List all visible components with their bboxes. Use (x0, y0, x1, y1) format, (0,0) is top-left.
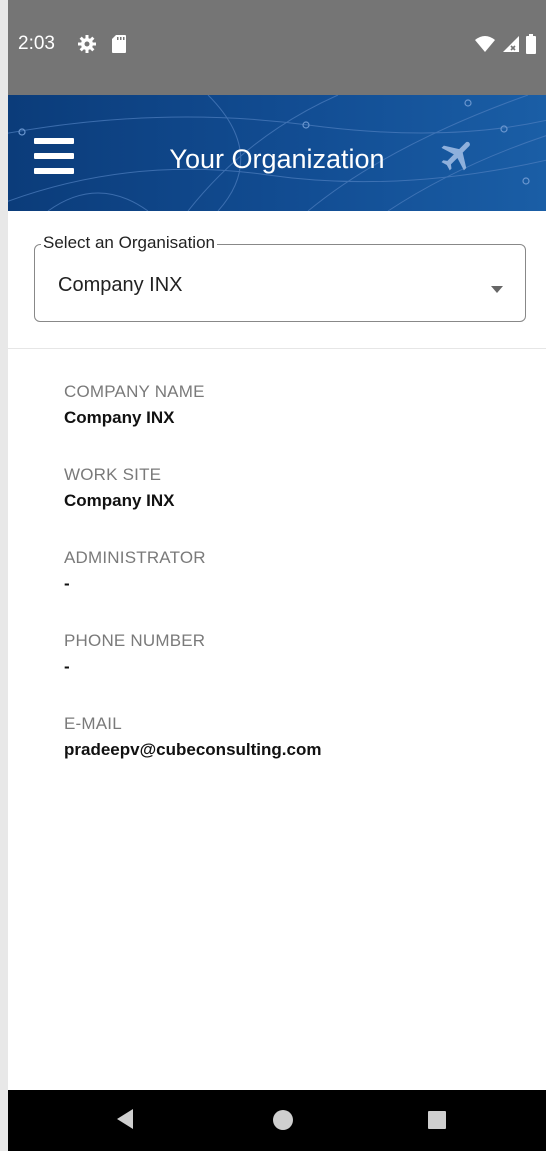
organization-details: COMPANY NAME Company INX WORK SITE Compa… (64, 382, 524, 797)
field-label: COMPANY NAME (64, 382, 205, 401)
field-value: - (64, 657, 70, 676)
status-left-icons (77, 34, 127, 54)
field-value: pradeepv@cubeconsulting.com (64, 740, 322, 759)
organisation-select-value: Company INX (58, 274, 183, 296)
back-icon[interactable] (115, 1108, 135, 1135)
field-label: PHONE NUMBER (64, 631, 206, 650)
battery-icon (526, 33, 536, 54)
field-label: ADMINISTRATOR (64, 548, 206, 567)
wifi-icon (474, 35, 496, 53)
status-time: 2:03 (18, 32, 55, 54)
gear-icon (77, 34, 97, 54)
field-value: - (64, 574, 70, 593)
organisation-select-label: Select an Organisation (41, 233, 217, 253)
status-bar: 2:03 (8, 0, 546, 95)
app-bar: Your Organization (8, 95, 546, 211)
field-label: E-MAIL (64, 714, 122, 733)
administrator-field: ADMINISTRATOR - (64, 548, 524, 631)
organisation-select[interactable]: Select an Organisation Company INX (34, 233, 526, 322)
airplane-icon (438, 135, 478, 180)
app-screen: 2:03 Your Organization Select an Organis… (0, 0, 546, 1151)
sd-card-icon (111, 34, 127, 54)
navigation-bar (8, 1090, 546, 1151)
field-value: Company INX (64, 408, 175, 427)
home-icon[interactable] (272, 1109, 294, 1136)
work-site-field: WORK SITE Company INX (64, 465, 524, 548)
company-name-field: COMPANY NAME Company INX (64, 382, 524, 465)
status-right-icons (474, 33, 536, 54)
divider (8, 348, 546, 349)
email-field: E-MAIL pradeepv@cubeconsulting.com (64, 714, 524, 797)
field-label: WORK SITE (64, 465, 162, 484)
caret-down-icon (491, 280, 503, 298)
phone-number-field: PHONE NUMBER - (64, 631, 524, 714)
field-value: Company INX (64, 491, 175, 510)
signal-icon (502, 35, 520, 53)
recents-icon[interactable] (427, 1110, 447, 1135)
